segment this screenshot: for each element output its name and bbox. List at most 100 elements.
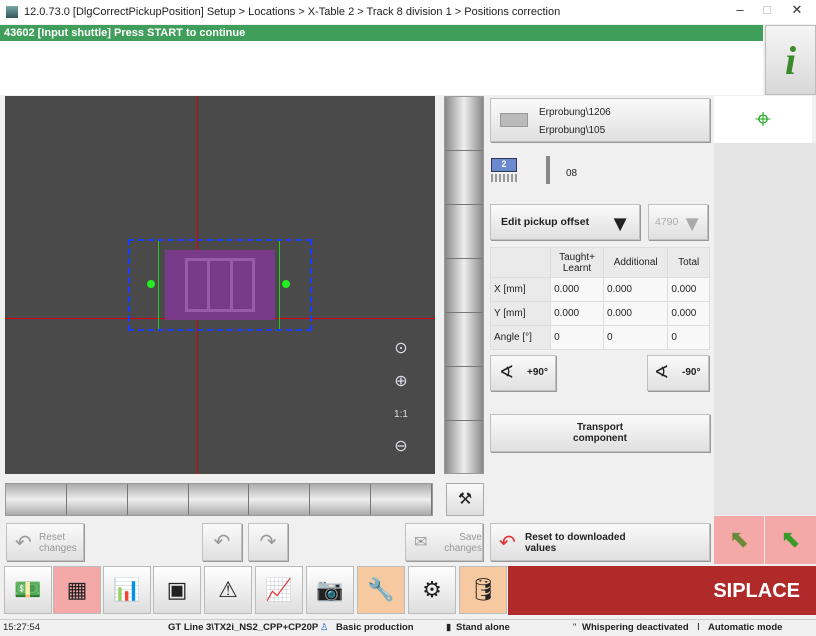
mode-dropdown[interactable]: Edit pickup offset ▼ xyxy=(490,204,640,240)
toolbar-feeder-grid-icon[interactable]: ▦ xyxy=(53,566,101,614)
rotate-icon: ∢ xyxy=(499,362,515,382)
status-line: GT Line 3\TX2i_NS2_CPP+CP20P xyxy=(168,622,319,633)
whisper-icon: " xyxy=(573,622,577,633)
back-arrow-button[interactable]: ⬉ xyxy=(714,516,764,564)
reset-downloaded-label: Reset to downloaded values xyxy=(525,532,626,554)
id-dropdown-label: 4790 xyxy=(655,216,679,228)
toolbar-manual-gear-icon[interactable]: ⚙ xyxy=(408,566,456,614)
table-row: X [mm] 0.000 0.000 0.000 xyxy=(489,277,710,302)
status-mode: Automatic mode xyxy=(708,622,783,633)
status-standalone: Stand alone xyxy=(456,622,510,633)
rotate-plus90-button[interactable]: ∢ +90° xyxy=(490,355,556,391)
redo-icon: ↷ xyxy=(259,531,277,553)
cell[interactable]: 0.000 xyxy=(550,277,604,302)
reset-changes-label: Reset changes xyxy=(39,532,77,554)
zoom-fit-icon[interactable]: ⊙ xyxy=(390,338,412,360)
toolbar-oilcan-icon[interactable]: 🛢 xyxy=(459,566,507,614)
component-icon xyxy=(500,113,528,127)
toolbar-tools-icon[interactable]: 🔧 xyxy=(357,566,405,614)
status-whispering: Whispering deactivated xyxy=(582,622,689,633)
arrow-up-left-icon: ⬉ xyxy=(728,526,750,553)
horizontal-slider[interactable] xyxy=(5,483,433,516)
home-arrow-button[interactable]: ⬉ xyxy=(765,516,816,564)
offset-panel: Erprobung\1206 Erprobung\105 2 08 Edit p… xyxy=(488,96,712,516)
arrow-up-left-double-icon: ⬉ xyxy=(780,526,801,553)
id-dropdown[interactable]: 4790 ▼ xyxy=(648,204,708,240)
nozzle-icon xyxy=(546,156,550,184)
undo-icon: ↶ xyxy=(213,531,231,553)
component-line2: Erprobung\105 xyxy=(539,125,606,136)
save-changes-label: Save changes xyxy=(444,532,482,554)
rotate-plus-label: +90° xyxy=(527,367,548,378)
cell[interactable]: 0.000 xyxy=(602,301,669,326)
status-bar: 15:27:54 GT Line 3\TX2i_NS2_CPP+CP20P ♙ … xyxy=(0,619,816,636)
undo-arrow-icon: ↶ xyxy=(499,532,516,554)
cell: 0 xyxy=(667,325,710,350)
cell[interactable]: 0.000 xyxy=(550,301,604,326)
redo-button[interactable]: ↷ xyxy=(248,523,288,561)
user-icon: ♙ xyxy=(320,622,329,633)
cell: 0.000 xyxy=(667,277,710,302)
toolbar-statistics-icon[interactable]: 📊 xyxy=(103,566,151,614)
rotate-icon: ∢ xyxy=(654,362,670,382)
table-row: Angle [°] 0 0 0 xyxy=(489,325,710,350)
cell[interactable]: 0 xyxy=(550,325,604,350)
status-time: 15:27:54 xyxy=(3,622,40,633)
status-production: Basic production xyxy=(336,622,414,633)
header-cell xyxy=(489,247,552,278)
app-icon xyxy=(6,6,18,18)
save-icon: ✉ xyxy=(414,534,428,551)
automatic-icon: Ⅰ xyxy=(697,622,700,633)
header-taught: Taught+ Learnt xyxy=(550,247,604,278)
maximize-button[interactable]: □ xyxy=(752,2,782,17)
toolbar-warnings-icon[interactable]: ⚠ xyxy=(204,566,252,614)
window-title: 12.0.73.0 [DlgCorrectPickupPosition] Set… xyxy=(24,6,561,18)
transport-component-button[interactable]: Transport component xyxy=(490,414,710,452)
chevron-down-icon: ▼ xyxy=(609,211,631,236)
table-row: Y [mm] 0.000 0.000 0.000 xyxy=(489,301,710,326)
undo-arrow-icon: ↶ xyxy=(15,532,32,554)
nozzle-badge: 2 xyxy=(491,158,517,172)
zoom-1to1-icon[interactable]: 1:1 xyxy=(390,404,412,426)
crosshair-component-icon: ⌖ xyxy=(755,103,771,134)
reset-changes-button[interactable]: ↶ Reset changes xyxy=(6,523,84,561)
tab-pickup-position[interactable]: ⌖ xyxy=(714,96,812,143)
rotate-minus90-button[interactable]: ∢ -90° xyxy=(647,355,709,391)
zoom-out-icon[interactable]: ⊖ xyxy=(390,436,412,458)
standalone-icon: ▮ xyxy=(446,622,452,633)
chevron-down-icon: ▼ xyxy=(681,211,703,236)
brand-logo: SIPLACE xyxy=(508,566,816,615)
component-line1: Erprobung\1206 xyxy=(539,107,611,118)
cell[interactable]: 0.000 xyxy=(602,277,669,302)
message-area xyxy=(0,41,763,95)
selection-frame[interactable] xyxy=(128,239,312,331)
reset-downloaded-button[interactable]: ↶ Reset to downloaded values xyxy=(490,523,710,561)
save-changes-button[interactable]: ✉ Save changes xyxy=(405,523,483,561)
title-bar: 12.0.73.0 [DlgCorrectPickupPosition] Set… xyxy=(0,0,816,24)
status-banner: 43602 [Input shuttle] Press START to con… xyxy=(0,25,763,41)
toolbar-camera-icon[interactable]: 📷 xyxy=(306,566,354,614)
close-button[interactable]: ✕ xyxy=(782,2,812,18)
mode-dropdown-label: Edit pickup offset xyxy=(501,216,590,228)
toolbar-setup-icon[interactable]: 💵 xyxy=(4,566,52,614)
toolbar-board-icon[interactable]: ▣ xyxy=(153,566,201,614)
zoom-in-icon[interactable]: ⊕ xyxy=(390,371,412,393)
undo-button[interactable]: ↶ xyxy=(202,523,242,561)
component-button[interactable]: Erprobung\1206 Erprobung\105 xyxy=(490,98,710,142)
minimize-button[interactable]: – xyxy=(725,2,755,17)
header-total: Total xyxy=(667,247,710,278)
info-button[interactable]: i xyxy=(765,25,816,95)
toolbar-chart-icon[interactable]: 📈 xyxy=(255,566,303,614)
row-label: X [mm] xyxy=(489,277,552,302)
cell: 0.000 xyxy=(667,301,710,326)
feeder-icon xyxy=(491,174,517,182)
nozzle-value: 08 xyxy=(566,168,578,179)
camera-view[interactable]: ⊙ ⊕ 1:1 ⊖ xyxy=(5,96,435,474)
cell[interactable]: 0 xyxy=(602,325,669,350)
vertical-slider[interactable] xyxy=(444,96,484,474)
row-label: Angle [°] xyxy=(489,325,552,350)
tools-icon[interactable]: ⚒ xyxy=(446,483,484,516)
right-tab-area xyxy=(714,143,816,515)
row-label: Y [mm] xyxy=(489,301,552,326)
rotate-minus-label: -90° xyxy=(682,367,701,378)
